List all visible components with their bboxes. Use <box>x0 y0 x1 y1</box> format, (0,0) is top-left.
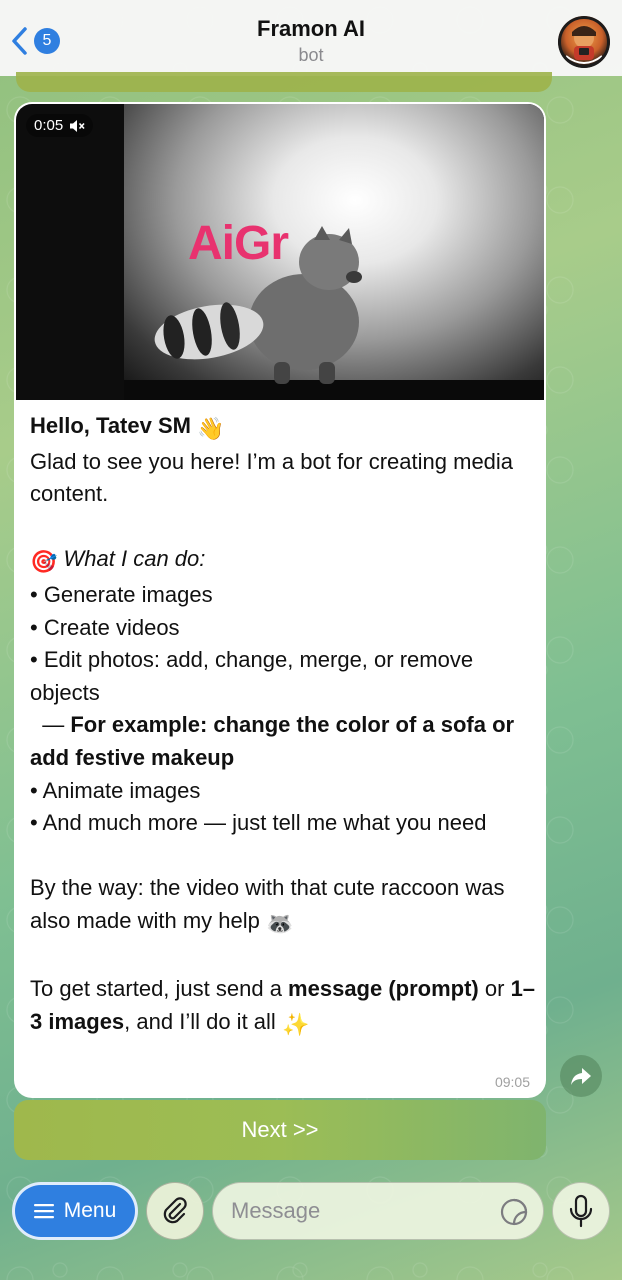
message-input[interactable] <box>231 1198 481 1224</box>
intro-text: Glad to see you here! I’m a bot for crea… <box>30 448 514 507</box>
back-button[interactable]: 5 <box>10 26 60 56</box>
sticker-icon[interactable] <box>499 1197 529 1227</box>
sparkles-emoji: ✨ <box>281 1011 310 1037</box>
feature-item: • Edit photos: add, change, merge, or re… <box>30 647 474 705</box>
start-text-end: , and I’ll do it all <box>124 1008 276 1034</box>
forward-arrow-icon <box>571 1068 591 1085</box>
menu-label: Menu <box>63 1199 117 1222</box>
chat-header: 5 Framon AI bot <box>0 0 622 76</box>
next-button[interactable]: Next >> <box>14 1100 546 1160</box>
example-prefix: — <box>30 712 71 738</box>
avatar[interactable] <box>558 16 610 68</box>
video-duration: 0:05 <box>34 117 64 134</box>
start-bold-message: message (prompt) <box>288 976 479 1002</box>
video-duration-badge[interactable]: 0:05 <box>26 114 94 137</box>
feature-item: • Create videos <box>30 614 180 640</box>
bot-menu-button[interactable]: Menu <box>12 1182 138 1240</box>
message-composer: Menu <box>0 1172 622 1280</box>
muted-speaker-icon <box>70 119 85 132</box>
raccoon-emoji: 🦝 <box>266 910 294 936</box>
avatar-ring <box>558 16 610 68</box>
unread-count-badge: 5 <box>34 28 60 54</box>
feature-item: • Animate images <box>30 777 201 803</box>
start-text-or: or <box>478 976 511 1002</box>
bot-message: AiGr 0:05 Hello, Tatev SM 👋 Glad to see … <box>14 102 546 1098</box>
message-timestamp: 09:05 <box>494 1074 530 1090</box>
previous-button-edge <box>16 72 552 92</box>
chat-subtitle: bot <box>298 45 324 65</box>
forward-button[interactable] <box>560 1055 602 1097</box>
capabilities-heading: What I can do: <box>63 546 206 572</box>
raccoon-illustration <box>154 226 362 384</box>
attach-button[interactable] <box>146 1182 204 1240</box>
voice-record-button[interactable] <box>552 1182 610 1240</box>
video-player[interactable]: AiGr 0:05 <box>16 104 544 400</box>
microphone-icon <box>569 1194 593 1228</box>
chat-title: Framon AI <box>257 16 365 41</box>
start-text: To get started, just send a <box>30 976 289 1002</box>
feature-item: • And much more — just tell me what you … <box>30 810 487 836</box>
message-text: Hello, Tatev SM 👋 Glad to see you here! … <box>30 410 536 1041</box>
feature-item: • Generate images <box>30 581 213 607</box>
example-text: For example: change the color of a sofa … <box>30 712 515 770</box>
chevron-left-icon <box>12 27 27 55</box>
chat-title-block[interactable]: Framon AI bot <box>257 16 365 66</box>
message-input-wrapper <box>212 1182 544 1240</box>
target-emoji: 🎯 <box>30 549 58 575</box>
greeting: Hello, Tatev SM <box>30 413 191 438</box>
menu-icon <box>33 1204 54 1219</box>
waving-hand-emoji: 👋 <box>197 416 225 441</box>
paperclip-icon <box>163 1197 187 1224</box>
